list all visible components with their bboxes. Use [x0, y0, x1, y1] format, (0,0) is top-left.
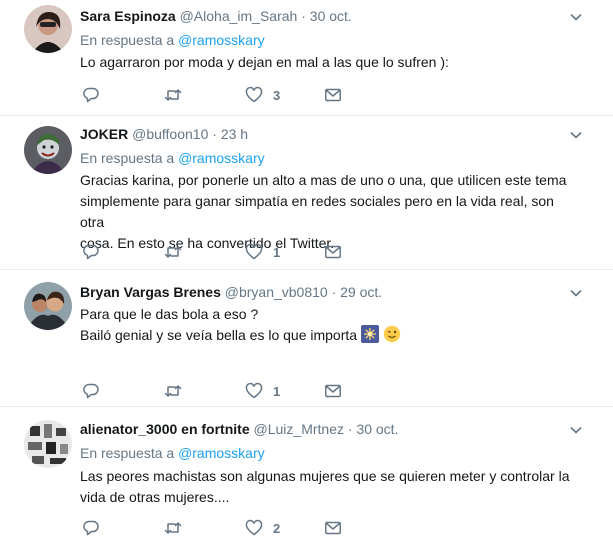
mention-link[interactable]: @ramosskary: [178, 32, 265, 48]
avatar[interactable]: [24, 126, 72, 174]
user-handle[interactable]: @buffoon10: [132, 126, 208, 142]
like-count: 1: [273, 244, 281, 260]
like-count: 3: [273, 87, 281, 103]
separator-dot: ·: [301, 8, 306, 24]
tweet-text: Lo agarraron por moda y dejan en mal a l…: [80, 52, 575, 73]
tweet-text-line: simplemente para ganar simpatía en redes…: [80, 193, 554, 230]
tweet[interactable]: JOKER @buffoon10 · 23 h En respuesta a @…: [0, 116, 613, 270]
tweet[interactable]: Sara Espinoza @Aloha_im_Sarah · 30 oct. …: [0, 0, 613, 116]
tweet-header: JOKER @buffoon10 · 23 h: [80, 125, 248, 143]
timestamp[interactable]: 23 h: [221, 126, 248, 142]
tweet-text-line: Las peores machistas son algunas mujeres…: [80, 468, 570, 484]
tweet-text: Para que le das bola a eso ? Bailó genia…: [80, 304, 575, 346]
like-button[interactable]: 1: [245, 242, 280, 262]
heart-icon: [245, 519, 263, 536]
tweet-actions: 1: [80, 242, 380, 262]
envelope-icon: [325, 88, 341, 102]
direct-message-button[interactable]: [324, 85, 342, 105]
avatar[interactable]: [24, 5, 72, 53]
retweet-button[interactable]: [164, 381, 182, 401]
user-handle[interactable]: @Aloha_im_Sarah: [180, 8, 298, 24]
heart-icon: [245, 382, 263, 399]
envelope-icon: [325, 521, 341, 535]
mention-link[interactable]: @ramosskary: [178, 445, 265, 461]
retweet-button[interactable]: [164, 242, 182, 262]
like-count: 2: [273, 520, 281, 536]
tweet[interactable]: alienator_3000 en fortnite @Luiz_Mrtnez …: [0, 407, 613, 543]
chevron-down-icon[interactable]: [569, 128, 583, 142]
display-name[interactable]: Sara Espinoza: [80, 8, 176, 24]
like-button[interactable]: 2: [245, 518, 280, 538]
tweet-header: alienator_3000 en fortnite @Luiz_Mrtnez …: [80, 420, 398, 438]
chevron-down-icon[interactable]: [569, 286, 583, 300]
in-reply-to: En respuesta a @ramosskary: [80, 149, 265, 167]
tweet[interactable]: Bryan Vargas Brenes @bryan_vb0810 · 29 o…: [0, 270, 613, 407]
tweet-text-line: Bailó genial y se veía bella es lo que i…: [80, 325, 575, 346]
tweet-text-line: vida de otras mujeres....: [80, 489, 230, 505]
sparkler-emoji-icon: [360, 325, 379, 343]
separator-dot: ·: [331, 284, 337, 300]
separator-dot: ·: [212, 126, 217, 142]
tweet-text: Las peores machistas son algunas mujeres…: [80, 466, 575, 508]
direct-message-button[interactable]: [324, 518, 342, 538]
like-button[interactable]: 1: [245, 381, 280, 401]
retweet-icon: [164, 385, 182, 397]
chevron-down-icon[interactable]: [569, 10, 583, 24]
retweet-icon: [164, 246, 182, 258]
avatar[interactable]: [24, 420, 72, 468]
tweet-actions: 3: [80, 85, 380, 105]
winking-face-emoji-icon: [383, 325, 401, 343]
reply-icon: [83, 520, 99, 536]
mention-link[interactable]: @ramosskary: [178, 150, 265, 166]
retweet-button[interactable]: [164, 85, 182, 105]
like-button[interactable]: 3: [245, 85, 280, 105]
timestamp[interactable]: 30 oct.: [356, 421, 398, 437]
tweet-text-line: Para que le das bola a eso ?: [80, 306, 259, 322]
reply-icon: [83, 383, 99, 399]
tweet-actions: 1: [80, 381, 380, 401]
timestamp[interactable]: 29 oct.: [340, 284, 382, 300]
tweet-text-line: Gracias karina, por ponerle un alto a ma…: [80, 172, 567, 188]
tweet-header: Sara Espinoza @Aloha_im_Sarah · 30 oct.: [80, 7, 352, 25]
in-reply-label: En respuesta a: [80, 150, 175, 166]
display-name[interactable]: JOKER: [80, 126, 128, 142]
envelope-icon: [325, 245, 341, 259]
in-reply-to: En respuesta a @ramosskary: [80, 444, 265, 462]
avatar[interactable]: [24, 282, 72, 330]
direct-message-button[interactable]: [324, 381, 342, 401]
in-reply-label: En respuesta a: [80, 32, 175, 48]
display-name[interactable]: alienator_3000 en fortnite: [80, 421, 250, 437]
in-reply-to: En respuesta a @ramosskary: [80, 31, 265, 49]
reply-button[interactable]: [82, 85, 100, 105]
tweet-header: Bryan Vargas Brenes @bryan_vb0810 · 29 o…: [80, 283, 382, 301]
separator-dot: ·: [347, 421, 353, 437]
user-handle[interactable]: @bryan_vb0810: [225, 284, 328, 300]
reply-icon: [83, 244, 99, 260]
reply-icon: [83, 87, 99, 103]
heart-icon: [245, 243, 263, 260]
tweet-text-line-content: Bailó genial y se veía bella es lo que i…: [80, 327, 358, 343]
envelope-icon: [325, 384, 341, 398]
tweet-text-line: Lo agarraron por moda y dejan en mal a l…: [80, 54, 449, 70]
chevron-down-icon[interactable]: [569, 423, 583, 437]
display-name[interactable]: Bryan Vargas Brenes: [80, 284, 221, 300]
timestamp[interactable]: 30 oct.: [310, 8, 352, 24]
reply-button[interactable]: [82, 518, 100, 538]
in-reply-label: En respuesta a: [80, 445, 175, 461]
reply-feed: Sara Espinoza @Aloha_im_Sarah · 30 oct. …: [0, 0, 613, 543]
user-handle[interactable]: @Luiz_Mrtnez: [254, 421, 344, 437]
reply-button[interactable]: [82, 381, 100, 401]
direct-message-button[interactable]: [324, 242, 342, 262]
tweet-actions: 2: [80, 518, 380, 538]
heart-icon: [245, 86, 263, 103]
retweet-button[interactable]: [164, 518, 182, 538]
reply-button[interactable]: [82, 242, 100, 262]
retweet-icon: [164, 522, 182, 534]
retweet-icon: [164, 89, 182, 101]
like-count: 1: [273, 383, 281, 399]
